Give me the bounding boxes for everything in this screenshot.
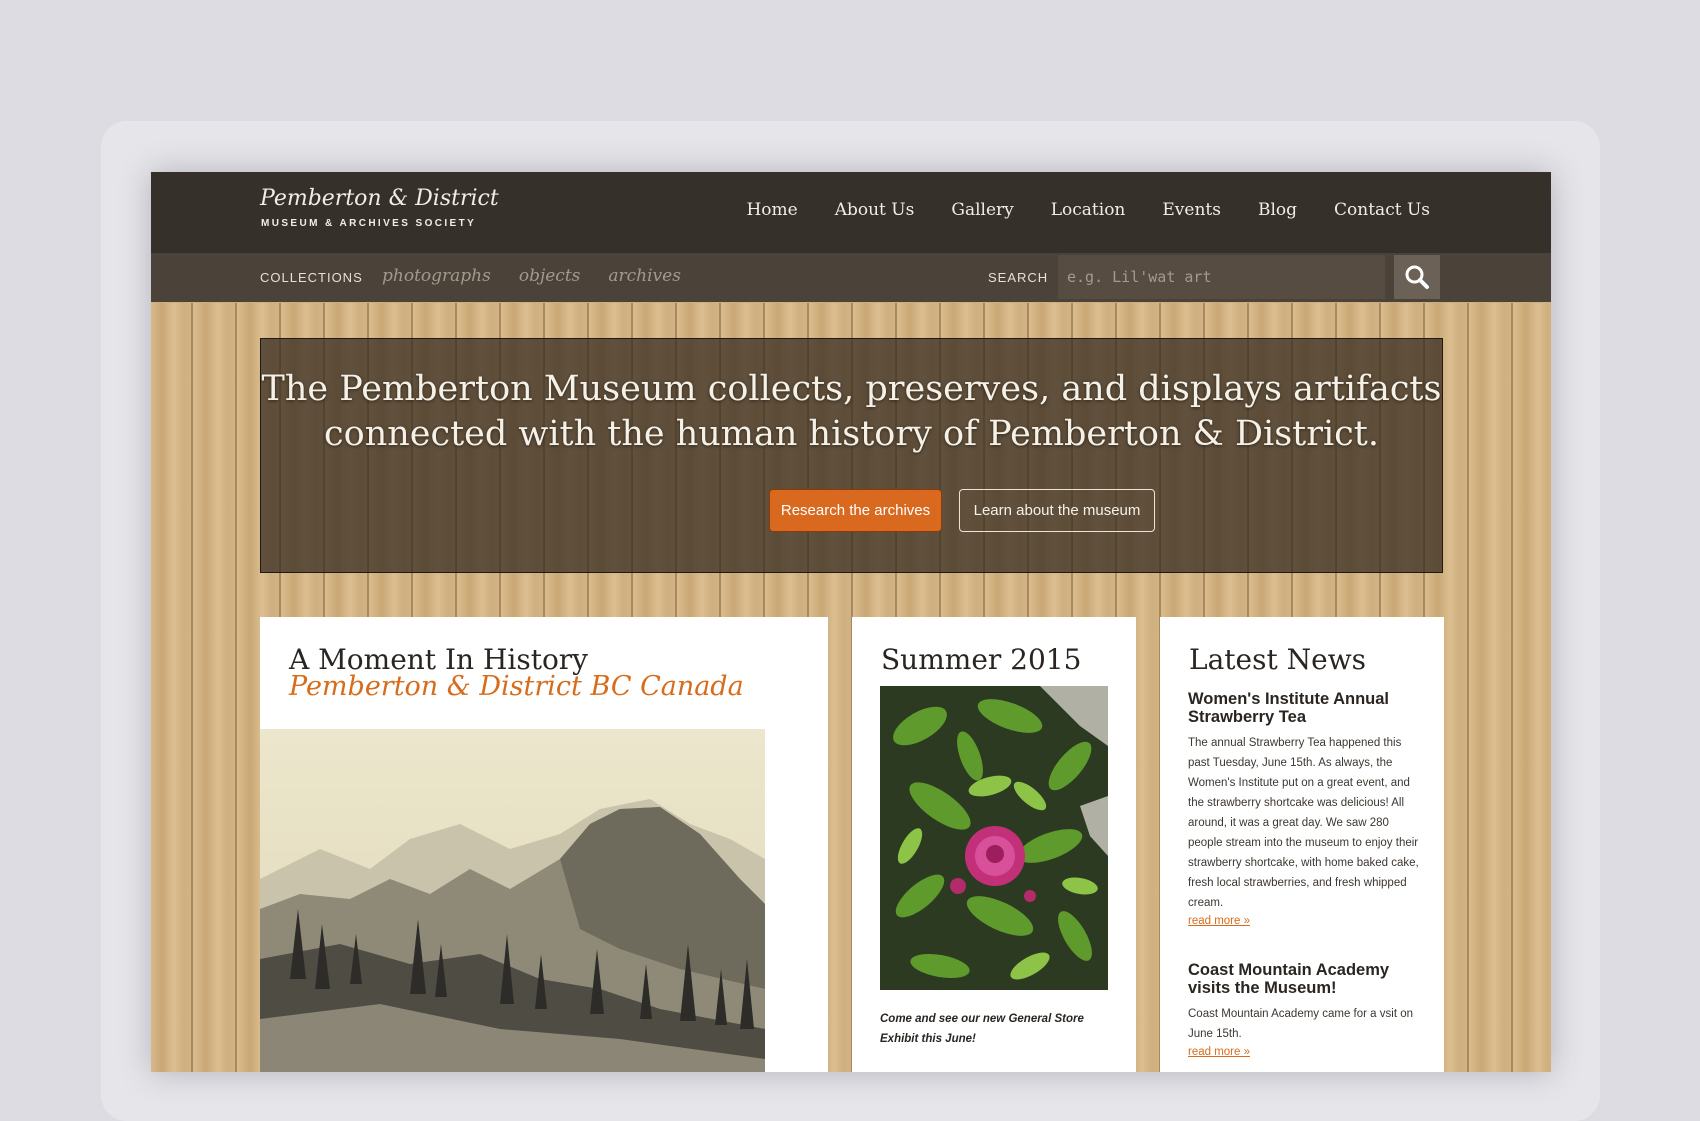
nav-blog[interactable]: Blog (1258, 200, 1297, 220)
website-window: Pemberton & District MUSEUM & ARCHIVES S… (151, 172, 1551, 1072)
nav-location[interactable]: Location (1051, 200, 1126, 220)
summer-title: Summer 2015 (881, 643, 1082, 676)
news-item: Women's Institute Annual Strawberry Tea … (1188, 690, 1420, 929)
moment-in-history-card: A Moment In History Pemberton & District… (260, 617, 828, 1072)
moment-subtitle: Pemberton & District BC Canada (289, 671, 744, 702)
read-more-link[interactable]: read more » (1188, 1044, 1420, 1060)
nav-home[interactable]: Home (746, 200, 797, 220)
nav-gallery[interactable]: Gallery (951, 200, 1013, 220)
search-label: SEARCH (988, 270, 1049, 285)
learn-museum-button[interactable]: Learn about the museum (959, 489, 1155, 532)
collection-objects[interactable]: objects (519, 266, 581, 286)
news-item-body: The annual Strawberry Tea happened this … (1188, 737, 1419, 909)
summer-2015-card: Summer 2015 Come and see our new General… (852, 617, 1136, 1072)
site-logo-title[interactable]: Pemberton & District (260, 186, 499, 211)
collection-photographs[interactable]: photographs (382, 266, 491, 286)
site-header: Pemberton & District MUSEUM & ARCHIVES S… (151, 172, 1551, 254)
hero-line-1: The Pemberton Museum collects, preserves… (261, 369, 1442, 409)
news-item-body: Coast Mountain Academy came for a vsit o… (1188, 1008, 1413, 1040)
search-input[interactable] (1058, 255, 1385, 299)
nav-events[interactable]: Events (1162, 200, 1221, 220)
news-item-title[interactable]: Coast Mountain Academy visits the Museum… (1188, 961, 1420, 997)
hero-statement: The Pemberton Museum collects, preserves… (261, 367, 1442, 457)
collection-archives[interactable]: archives (608, 266, 681, 286)
search-icon (1405, 265, 1429, 289)
collections-label: COLLECTIONS (260, 270, 363, 285)
hero-line-2: connected with the human history of Pemb… (324, 414, 1379, 454)
nav-about-us[interactable]: About Us (835, 200, 915, 220)
news-item: Coast Mountain Academy visits the Museum… (1188, 961, 1420, 1060)
historic-mountain-photo[interactable] (260, 729, 765, 1072)
site-logo-subtitle[interactable]: MUSEUM & ARCHIVES SOCIETY (261, 218, 476, 229)
nav-contact-us[interactable]: Contact Us (1334, 200, 1430, 220)
hero-banner: The Pemberton Museum collects, preserves… (260, 338, 1443, 573)
collections-links: photographs objects archives (382, 266, 681, 286)
collections-bar: COLLECTIONS photographs objects archives… (151, 254, 1551, 302)
research-archives-button[interactable]: Research the archives (769, 489, 942, 532)
news-item-title[interactable]: Women's Institute Annual Strawberry Tea (1188, 690, 1420, 726)
news-title: Latest News (1189, 643, 1367, 676)
search-button[interactable] (1394, 255, 1440, 299)
read-more-link[interactable]: read more » (1188, 913, 1420, 929)
rose-photo[interactable] (880, 686, 1108, 990)
summer-caption: Come and see our new General Store Exhib… (880, 1013, 1084, 1045)
latest-news-card: Latest News Women's Institute Annual Str… (1160, 617, 1444, 1072)
main-nav: Home About Us Gallery Location Events Bl… (746, 200, 1430, 220)
